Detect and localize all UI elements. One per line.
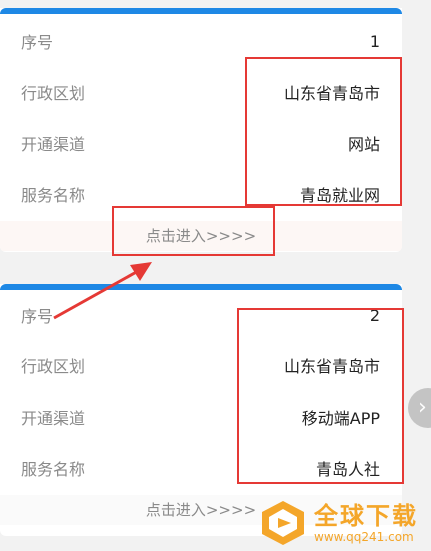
service-name-label: 服务名称 [21, 460, 86, 479]
chevron-right-icon: › [418, 395, 427, 420]
serial-value: 1 [369, 31, 380, 51]
region-label: 行政区划 [21, 84, 86, 103]
serial-label: 序号 [21, 33, 54, 52]
watermark-url: www.qq241.com [314, 530, 414, 544]
channel-label: 开通渠道 [21, 135, 86, 154]
card-accent-bar [0, 8, 402, 14]
next-page-button[interactable]: › [408, 388, 431, 428]
annotation-box-enter-link [112, 206, 275, 256]
service-list: 序号 1 行政区划 山东省青岛市 开通渠道 网站 服务名称 青岛就业网 点击进入… [0, 0, 431, 551]
serial-label: 序号 [21, 307, 54, 326]
annotation-box-values-1 [245, 57, 402, 206]
watermark-logo-icon [262, 501, 304, 545]
channel-label: 开通渠道 [21, 409, 86, 428]
region-label: 行政区划 [21, 357, 86, 376]
annotation-box-values-2 [237, 308, 404, 484]
watermark: 全球下载 www.qq241.com [258, 496, 430, 550]
watermark-title: 全球下载 [314, 502, 418, 530]
service-name-label: 服务名称 [21, 186, 86, 205]
